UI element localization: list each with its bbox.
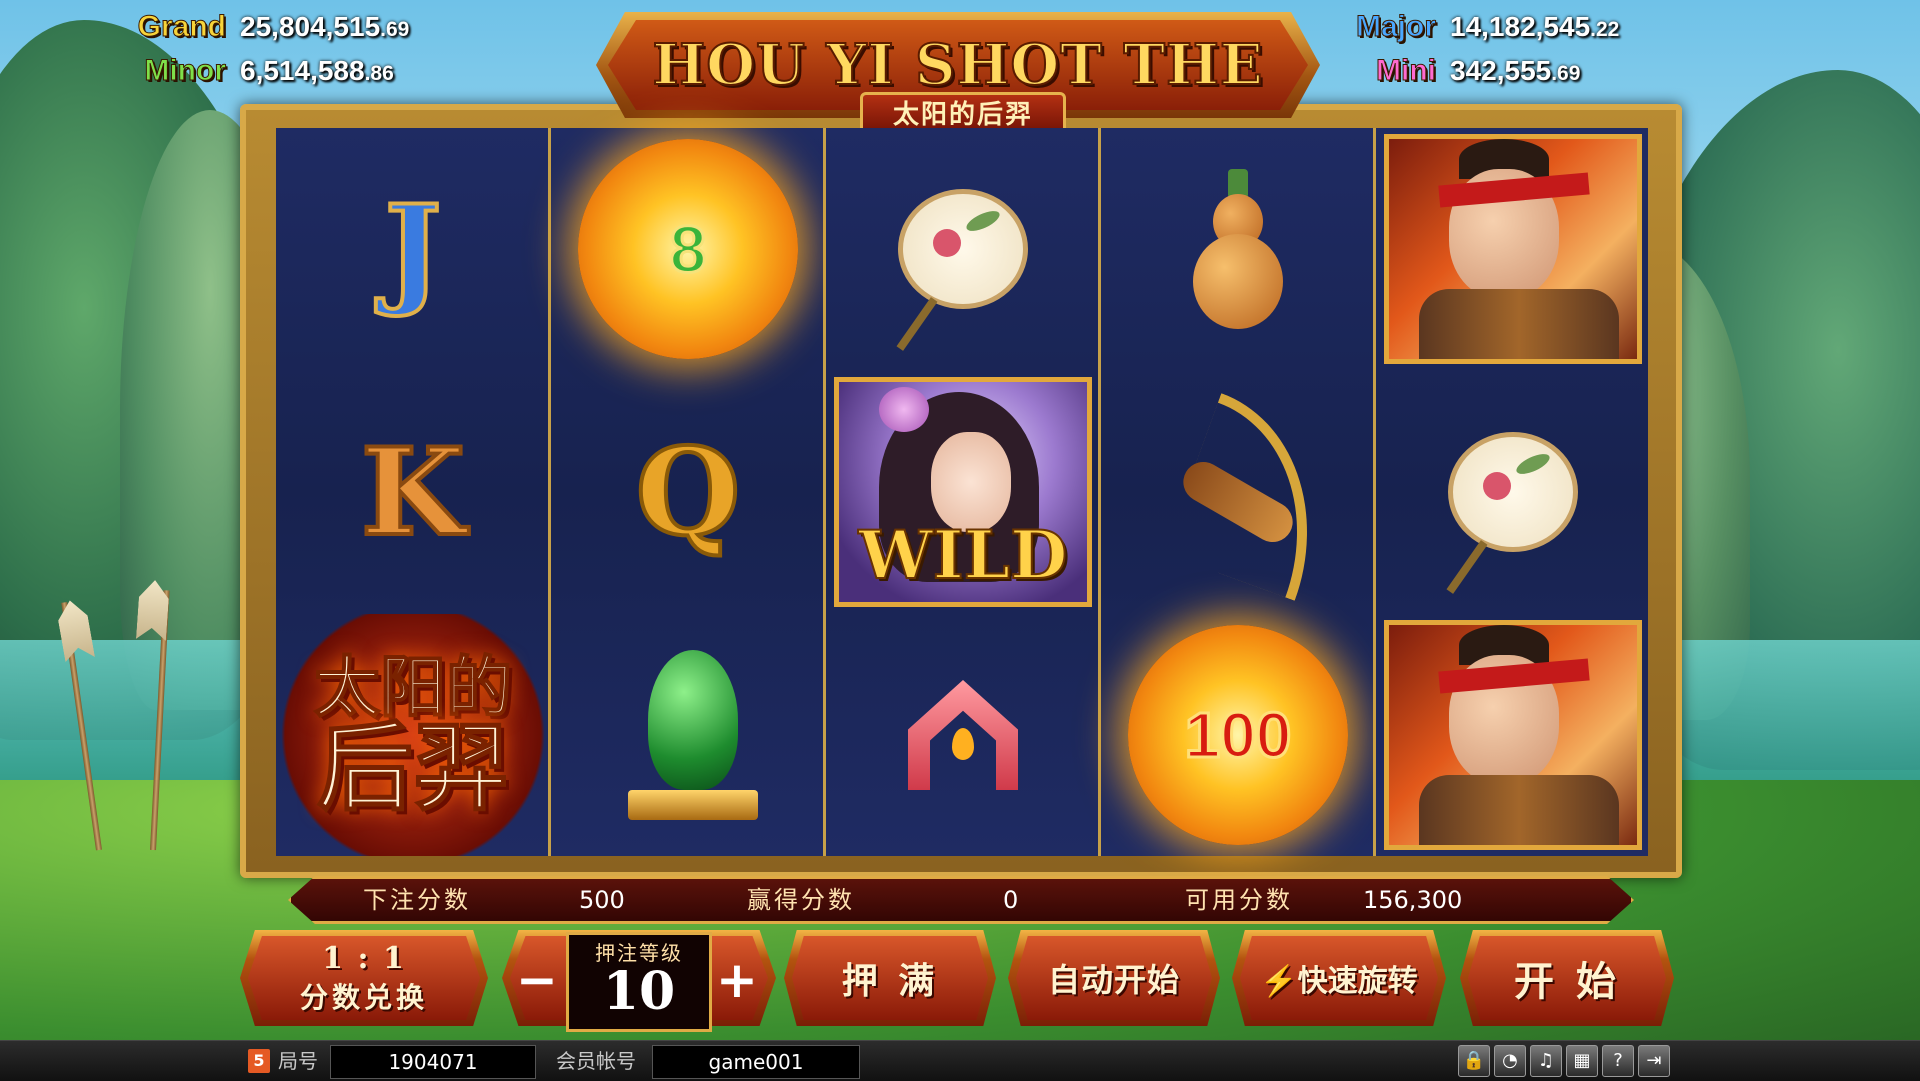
auto-start-label: 自动开始 — [1016, 936, 1212, 1020]
turbo-label: ⚡快速旋转 — [1240, 936, 1438, 1020]
exchange-ratio: 1 : 1 — [322, 940, 406, 976]
jackpot-minor: Minor 6,514,588.86 — [106, 54, 394, 88]
symbol-bow — [1101, 371, 1375, 613]
reel-4: 100 — [1101, 128, 1376, 856]
bet-value: 500 — [579, 886, 625, 914]
lock-icon[interactable]: 🔒 — [1458, 1045, 1490, 1077]
html5-icon: 5 — [248, 1049, 270, 1073]
symbol-hero — [1376, 614, 1650, 856]
jackpot-minor-value: 6,514,588.86 — [240, 55, 394, 86]
table-number: 1904071 — [330, 1045, 536, 1079]
bet-minus-button[interactable]: − — [512, 950, 562, 1010]
exit-icon[interactable]: ⇥ — [1638, 1045, 1670, 1077]
account-name: game001 — [652, 1045, 860, 1079]
symbol-wild: WILD — [826, 371, 1100, 613]
symbol-sun-8: 8 — [551, 128, 825, 370]
symbol-hero — [1376, 128, 1650, 370]
houyi-icon — [1384, 620, 1642, 850]
status-bar: 5 局号 1904071 会员帐号 game001 🔒 ◔ ♫ ▦ ? ⇥ — [0, 1040, 1920, 1081]
jade-bird-icon — [628, 640, 758, 830]
bow-quiver-icon — [1148, 393, 1353, 601]
account-label: 会员帐号 — [556, 1049, 636, 1073]
fan-icon — [1448, 432, 1578, 552]
max-bet-label: 押 满 — [792, 936, 988, 1020]
jackpot-grand-value: 25,804,515.69 — [240, 11, 410, 42]
reel-grid: J K 太阳的 后羿 8 Q WILD 100 — [276, 128, 1648, 856]
exchange-label: 分数兑换 — [299, 980, 428, 1014]
jackpot-grand: Grand 25,804,515.69 — [106, 10, 409, 44]
symbol-fan — [1376, 371, 1650, 613]
jackpot-major: Major 14,182,545.22 — [1316, 10, 1619, 44]
sun-icon: 100 — [1128, 625, 1348, 845]
spin-button[interactable]: 开 始 — [1460, 930, 1674, 1026]
table-label: 局号 — [278, 1049, 318, 1073]
info-bar: 下注分数 500 赢得分数 0 可用分数 156,300 — [288, 876, 1634, 924]
jackpot-mini-label: Mini — [1376, 54, 1437, 88]
symbol-fan — [826, 128, 1100, 370]
bet-level-display: 押注等级 10 — [566, 932, 712, 1032]
symbol-j: J — [383, 177, 444, 322]
reel-2: 8 Q — [551, 128, 826, 856]
sun-icon: 8 — [578, 139, 798, 359]
auto-start-button[interactable]: 自动开始 — [1008, 930, 1220, 1026]
jackpot-major-label: Major — [1355, 10, 1436, 44]
help-icon[interactable]: ? — [1602, 1045, 1634, 1077]
reel-3: WILD — [826, 128, 1101, 856]
cast-icon[interactable]: ▦ — [1566, 1045, 1598, 1077]
symbol-gourd — [1101, 128, 1375, 370]
gourd-icon — [1188, 164, 1288, 334]
credit-value: 156,300 — [1363, 886, 1463, 914]
spin-label: 开 始 — [1468, 936, 1666, 1020]
bet-level-value: 10 — [602, 961, 676, 1022]
wild-icon: WILD — [834, 377, 1092, 607]
exchange-button[interactable]: 1 : 1 分数兑换 — [240, 930, 488, 1026]
symbol-k: K — [359, 420, 467, 565]
scatter-line2: 后羿 — [316, 711, 510, 824]
win-value: 0 — [1003, 886, 1019, 914]
rss-icon[interactable]: ◔ — [1494, 1045, 1526, 1077]
symbol-sun-100: 100 — [1101, 614, 1375, 856]
max-bet-button[interactable]: 押 满 — [784, 930, 996, 1026]
turbo-button[interactable]: ⚡快速旋转 — [1232, 930, 1446, 1026]
jackpot-mini-value: 342,555.69 — [1450, 55, 1581, 86]
reel-5 — [1376, 128, 1648, 856]
music-icon[interactable]: ♫ — [1530, 1045, 1562, 1077]
bet-plus-button[interactable]: + — [712, 950, 762, 1010]
jackpot-mini: Mini 342,555.69 — [1316, 54, 1581, 88]
symbol-jade-bird — [551, 614, 825, 856]
credit-label: 可用分数 — [1185, 886, 1293, 914]
symbol-scatter: 太阳的 后羿 — [276, 614, 550, 856]
reel-1: J K 太阳的 后羿 — [276, 128, 551, 856]
bet-label: 下注分数 — [363, 886, 471, 914]
symbol-q: Q — [634, 420, 743, 565]
wild-label: WILD — [858, 515, 1069, 595]
fan-icon — [898, 189, 1028, 309]
jackpot-grand-label: Grand — [137, 10, 226, 44]
win-label: 赢得分数 — [747, 886, 855, 914]
symbol-arch — [826, 614, 1100, 856]
arch-icon — [908, 680, 1018, 790]
jackpot-minor-label: Minor — [144, 54, 227, 88]
jackpot-major-value: 14,182,545.22 — [1450, 11, 1620, 42]
houyi-icon — [1384, 134, 1642, 364]
